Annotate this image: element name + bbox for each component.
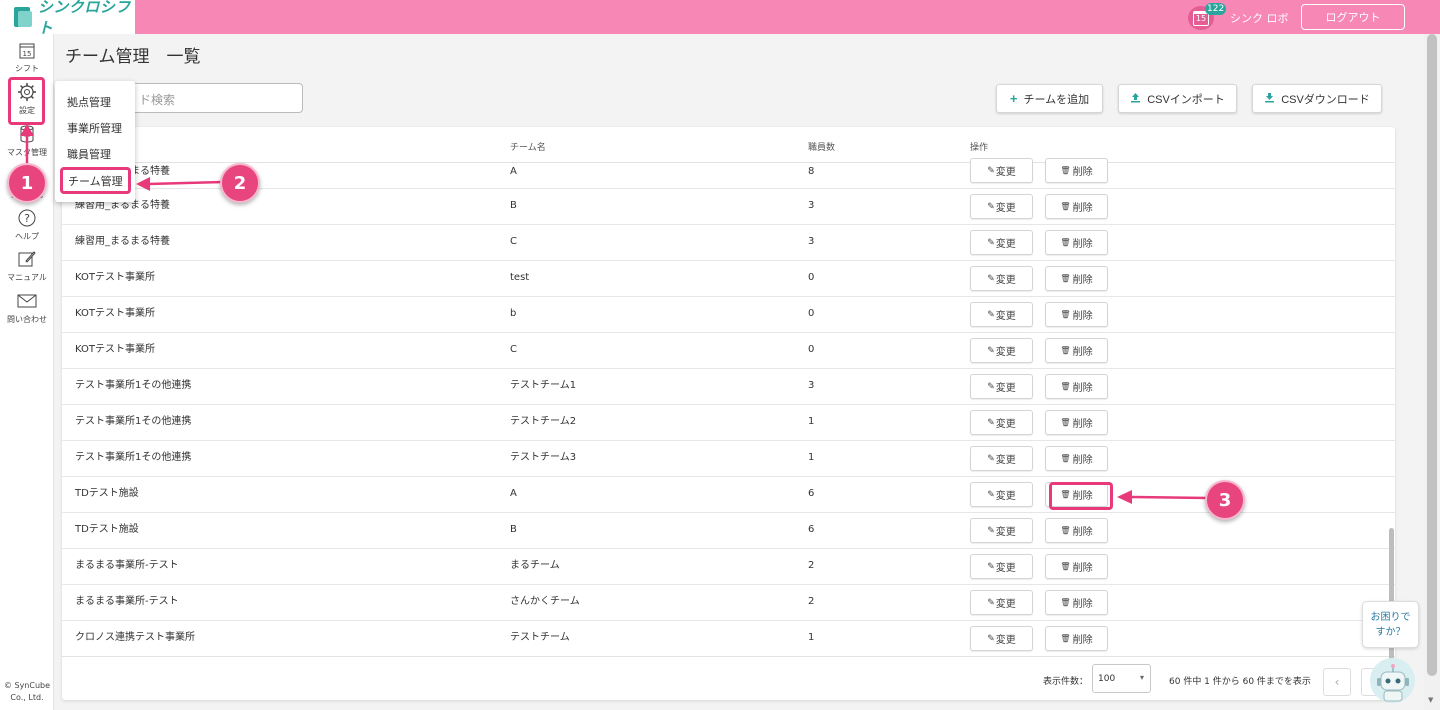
step-3-marker: 3: [1205, 480, 1245, 520]
step-2-marker: 2: [220, 163, 260, 203]
annotation-arrows: [20, 124, 1209, 504]
step-1-marker: 1: [7, 163, 47, 203]
